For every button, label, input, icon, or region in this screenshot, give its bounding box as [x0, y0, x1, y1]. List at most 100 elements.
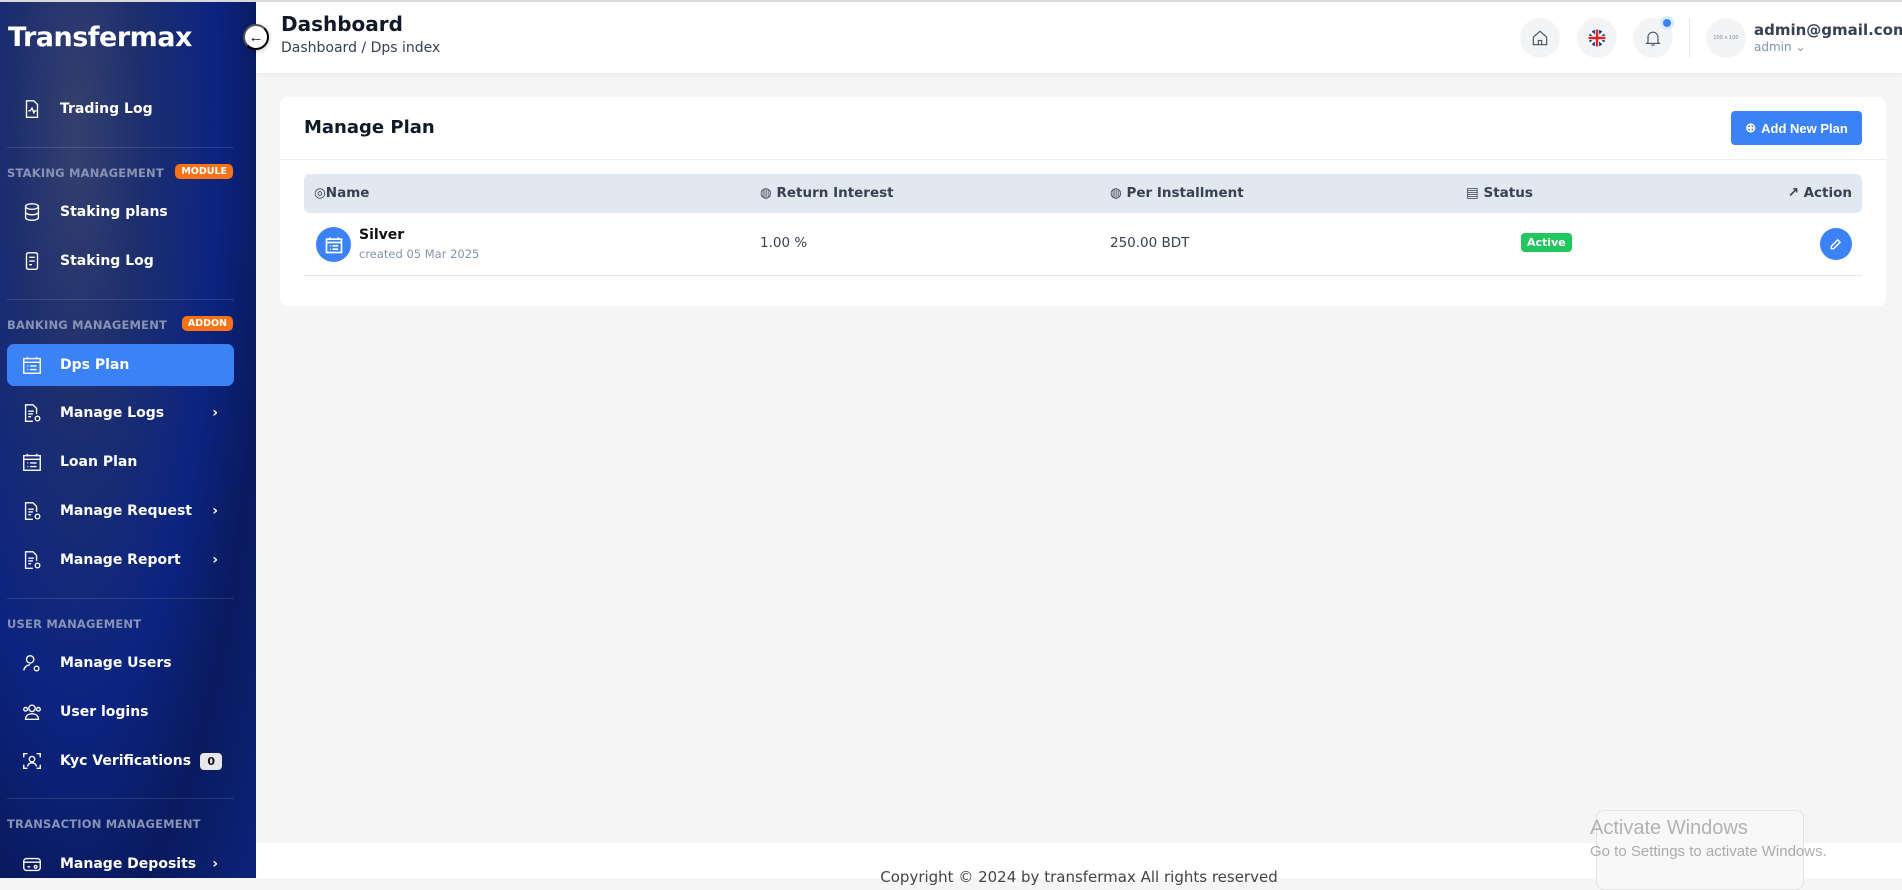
notification-dot: [1663, 19, 1671, 27]
sidebar-item-manage-users[interactable]: Manage Users: [7, 642, 234, 684]
add-new-plan-label: Add New Plan: [1761, 120, 1848, 136]
user-role-dropdown[interactable]: admin ⌄: [1754, 40, 1805, 54]
collapse-sidebar-button[interactable]: ←: [243, 24, 269, 50]
sidebar-item-dps-plan[interactable]: Dps Plan: [7, 344, 234, 386]
sidebar: Transfermax Trading Log STAKING MANAGEME…: [0, 0, 256, 878]
logo: Transfermax: [8, 22, 192, 53]
sidebar-item-trading-log[interactable]: Trading Log: [7, 88, 234, 130]
divider: [7, 299, 234, 300]
sidebar-item-manage-report[interactable]: Manage Report ›: [7, 539, 234, 581]
plan-icon: [316, 227, 351, 262]
document-icon: [20, 249, 44, 273]
sidebar-item-loan-plan[interactable]: Loan Plan: [7, 441, 234, 483]
list-icon: ▤: [1466, 185, 1484, 201]
table-header: ◎Name ◍ Return Interest ◍ Per Installmen…: [304, 174, 1862, 213]
calendar-list-icon: [20, 450, 44, 474]
sidebar-item-label: Manage Logs: [60, 405, 165, 421]
plan-name: Silver: [359, 227, 405, 243]
column-status: ▤ Status: [1466, 185, 1533, 201]
home-icon: [1532, 30, 1548, 46]
table-row: Silver created 05 Mar 2025 1.00 % 250.00…: [304, 213, 1862, 276]
column-action: ↗ Action: [1788, 185, 1852, 201]
user-circle-icon: ◎: [314, 185, 326, 201]
top-header: Dashboard Dashboard / Dps index 100 x 10…: [256, 0, 1902, 73]
column-label: Per Installment: [1126, 185, 1244, 201]
column-return-interest: ◍ Return Interest: [760, 185, 894, 201]
column-label: Return Interest: [776, 185, 894, 201]
chevron-right-icon: ›: [212, 552, 218, 568]
manage-plan-card: Manage Plan ⊕ Add New Plan ◎Name ◍ Return…: [280, 97, 1886, 306]
wallet-icon: [20, 852, 44, 876]
arrow-up-right-icon: ↗: [1787, 185, 1804, 201]
activate-windows-subtitle: Go to Settings to activate Windows.: [1590, 843, 1827, 860]
copyright-text: Copyright © 2024 by transfermax All righ…: [880, 868, 1278, 886]
file-gear-icon: [20, 401, 44, 425]
column-per-installment: ◍ Per Installment: [1110, 185, 1244, 201]
sidebar-item-label: Trading Log: [60, 101, 153, 117]
column-label: Status: [1483, 185, 1533, 201]
sidebar-item-kyc-verifications[interactable]: Kyc Verifications 0: [7, 740, 234, 782]
sidebar-item-label: Staking plans: [60, 204, 168, 220]
coin-icon: ◍: [1110, 185, 1127, 201]
face-scan-icon: [20, 749, 44, 773]
chevron-right-icon: ›: [212, 405, 218, 421]
notifications-button[interactable]: [1633, 18, 1673, 58]
file-pulse-icon: [20, 97, 44, 121]
divider: [7, 147, 234, 148]
sidebar-item-label: User logins: [60, 704, 149, 720]
breadcrumb[interactable]: Dashboard / Dps index: [281, 40, 440, 56]
section-banking-management: BANKING MANAGEMENT: [7, 318, 168, 332]
module-badge: MODULE: [175, 164, 233, 179]
column-name: ◎Name: [314, 185, 369, 201]
pencil-icon: [1830, 238, 1842, 250]
sidebar-item-label: Manage Deposits: [60, 856, 197, 872]
sidebar-item-staking-log[interactable]: Staking Log: [7, 240, 234, 282]
status-badge: Active: [1521, 233, 1572, 252]
section-staking-management: STAKING MANAGEMENT: [7, 166, 164, 180]
user-gear-icon: [20, 651, 44, 675]
edit-button[interactable]: [1820, 228, 1852, 260]
add-new-plan-button[interactable]: ⊕ Add New Plan: [1731, 111, 1862, 145]
kyc-count-badge: 0: [200, 752, 222, 770]
chevron-right-icon: ›: [212, 503, 218, 519]
sidebar-item-label: Manage Report: [60, 552, 181, 568]
divider: [7, 598, 234, 599]
sidebar-item-label: Manage Users: [60, 655, 172, 671]
sidebar-item-label: Staking Log: [60, 253, 154, 269]
activate-windows-title: Activate Windows: [1590, 817, 1748, 839]
divider: [280, 159, 1886, 160]
arrow-left-icon: ←: [248, 28, 264, 46]
plus-circle-icon: ⊕: [1745, 120, 1757, 135]
plan-created-date: created 05 Mar 2025: [359, 247, 480, 261]
section-transaction-management: TRANSACTION MANAGEMENT: [7, 817, 201, 831]
sidebar-item-label: Dps Plan: [60, 357, 130, 373]
sidebar-item-manage-request[interactable]: Manage Request ›: [7, 490, 234, 532]
section-user-management: USER MANAGEMENT: [7, 617, 142, 631]
addon-badge: ADDON: [181, 316, 233, 331]
column-label: Action: [1803, 185, 1852, 201]
divider: [7, 798, 234, 799]
sidebar-item-label: Loan Plan: [60, 454, 138, 470]
uk-flag-icon: [1588, 29, 1606, 47]
home-button[interactable]: [1520, 18, 1560, 58]
file-gear-icon: [20, 499, 44, 523]
sidebar-item-manage-deposits[interactable]: Manage Deposits ›: [7, 843, 234, 878]
divider: [1689, 18, 1690, 58]
card-title: Manage Plan: [304, 117, 435, 138]
sidebar-item-staking-plans[interactable]: Staking plans: [7, 191, 234, 233]
language-button[interactable]: [1577, 18, 1617, 58]
sidebar-item-manage-logs[interactable]: Manage Logs ›: [7, 392, 234, 434]
sidebar-item-user-logins[interactable]: User logins: [7, 691, 234, 733]
return-interest-value: 1.00 %: [760, 235, 808, 251]
sidebar-item-label: Kyc Verifications: [60, 753, 192, 769]
users-icon: [20, 700, 44, 724]
file-gear-icon: [20, 548, 44, 572]
page-title: Dashboard: [281, 12, 403, 36]
coin-icon: ◍: [760, 185, 777, 201]
calendar-list-icon: [20, 353, 44, 377]
avatar[interactable]: 100 x 100: [1706, 18, 1746, 58]
user-email[interactable]: admin@gmail.com: [1754, 21, 1902, 39]
per-installment-value: 250.00 BDT: [1110, 235, 1190, 251]
column-label: Name: [325, 185, 370, 201]
sidebar-item-label: Manage Request: [60, 503, 192, 519]
